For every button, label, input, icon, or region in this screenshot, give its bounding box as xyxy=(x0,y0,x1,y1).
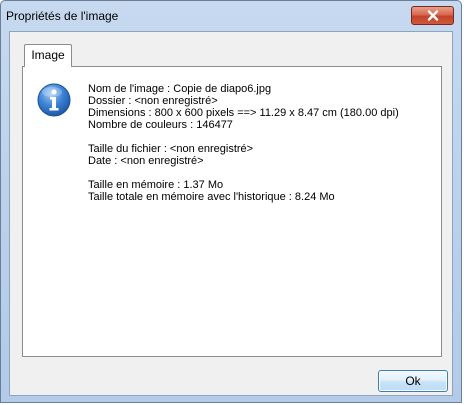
info-line-file-size: Taille du fichier : <non enregistré> xyxy=(88,143,254,155)
image-info: Nom de l'image : Copie de diapo6.jpg Dos… xyxy=(88,83,399,203)
dialog-body: Image Nom de l'image : Copie de diapo6.j… xyxy=(9,31,453,396)
properties-dialog: Propriétés de l'image Image Nom de l'ima… xyxy=(0,0,462,403)
info-line-name: Nom de l'image : Copie de diapo6.jpg xyxy=(88,83,272,95)
close-icon xyxy=(427,10,439,21)
window-title: Propriétés de l'image xyxy=(6,9,119,23)
info-line-colors: Nombre de couleurs : 146477 xyxy=(88,119,233,131)
title-bar[interactable]: Propriétés de l'image xyxy=(1,1,461,31)
close-button[interactable] xyxy=(411,6,454,25)
info-line-date: Date : <non enregistré> xyxy=(88,155,204,167)
tab-image[interactable]: Image xyxy=(24,44,72,67)
tab-panel-image: Nom de l'image : Copie de diapo6.jpg Dos… xyxy=(22,66,442,357)
info-spacer xyxy=(88,131,399,143)
info-line-memory: Taille en mémoire : 1.37 Mo xyxy=(88,179,224,191)
info-line-total-memory: Taille totale en mémoire avec l'historiq… xyxy=(88,191,335,203)
info-line-dimensions: Dimensions : 800 x 600 pixels ==> 11.29 … xyxy=(88,107,399,119)
ok-button[interactable]: Ok xyxy=(378,370,448,392)
info-spacer xyxy=(88,167,399,179)
info-line-folder: Dossier : <non enregistré> xyxy=(88,95,218,107)
info-icon xyxy=(37,83,71,117)
